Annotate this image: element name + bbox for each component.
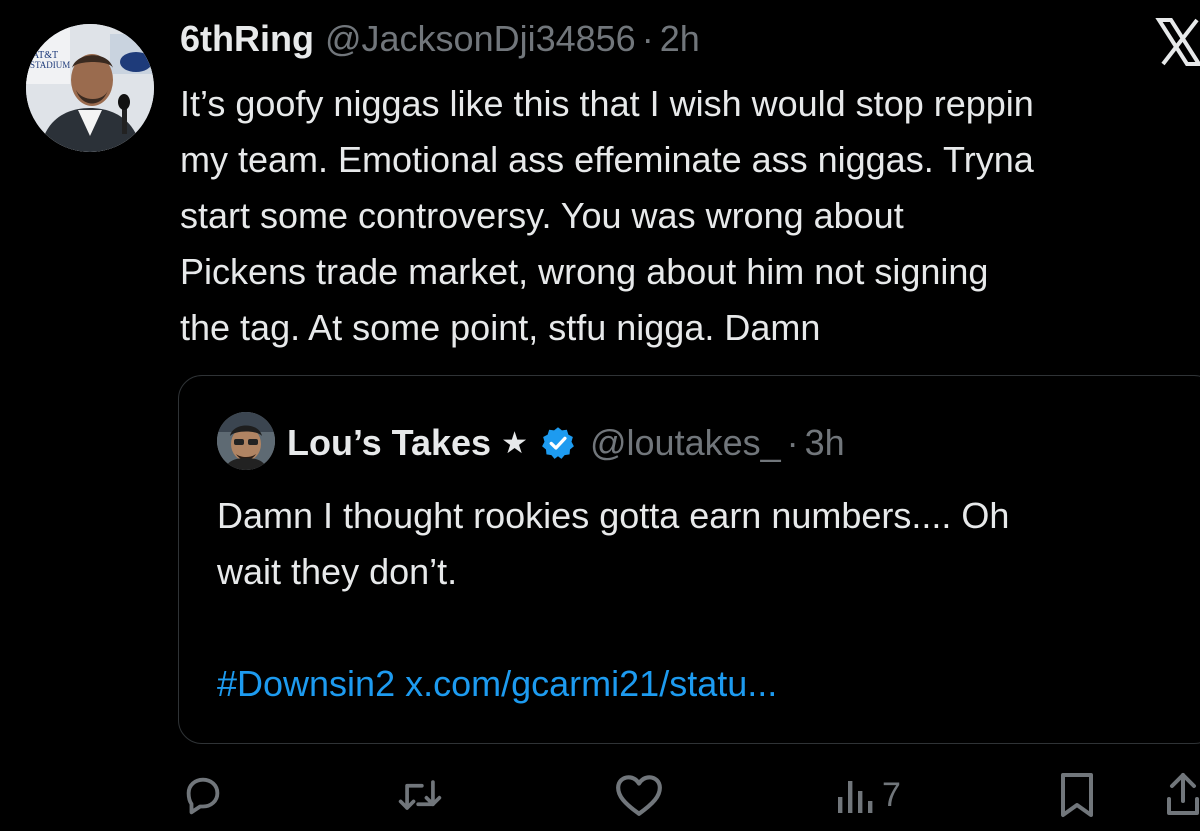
- url-link[interactable]: x.com/gcarmi21/statu...: [405, 663, 777, 704]
- quoted-author-display-name[interactable]: Lou’s Takes: [287, 422, 491, 464]
- separator-dot: ·: [786, 422, 799, 463]
- verified-badge-icon: [540, 425, 576, 461]
- tweet-timestamp[interactable]: 2h: [660, 18, 700, 60]
- quoted-tweet-text: Damn I thought rookies gotta earn number…: [217, 488, 1009, 600]
- share-button[interactable]: [1166, 760, 1200, 830]
- star-symbol: ★: [501, 426, 528, 460]
- tweet-header: 6thRing @JacksonDji34856 · 2h: [180, 18, 700, 68]
- like-button[interactable]: [614, 760, 664, 830]
- heart-icon: [614, 772, 664, 818]
- tweet-text-line: It’s goofy niggas like this that I wish …: [180, 83, 1034, 124]
- quoted-text-line: Damn I thought rookies gotta earn number…: [217, 495, 1010, 536]
- svg-text:STADIUM: STADIUM: [30, 60, 70, 70]
- views-count: 7: [882, 775, 901, 814]
- tweet-text: It’s goofy niggas like this that I wish …: [180, 76, 1200, 356]
- share-icon: [1166, 771, 1200, 819]
- tweet: AT&T STADIUM 6thRing @JacksonDji34856 · …: [0, 0, 1200, 831]
- quoted-tweet-timestamp[interactable]: 3h: [805, 422, 845, 464]
- quoted-tweet[interactable]: Lou’s Takes ★ @loutakes_ · 3h Damn I tho…: [178, 375, 1200, 744]
- quoted-author-handle[interactable]: @loutakes_: [590, 422, 781, 464]
- hashtag-link[interactable]: #Downsin2: [217, 663, 395, 704]
- tweet-text-line: start some controversy. You was wrong ab…: [180, 195, 904, 236]
- tweet-text-line: Pickens trade market, wrong about him no…: [180, 251, 989, 292]
- x-logo-icon: [1155, 14, 1200, 70]
- author-display-name[interactable]: 6thRing: [180, 18, 314, 60]
- reply-icon: [180, 772, 226, 818]
- views-icon: [834, 775, 874, 815]
- separator-dot: ·: [641, 18, 654, 59]
- bookmark-button[interactable]: [1056, 760, 1098, 830]
- tweet-text-line: my team. Emotional ass effeminate ass ni…: [180, 139, 1034, 180]
- retweet-icon: [396, 772, 444, 818]
- quoted-author-avatar[interactable]: [217, 412, 275, 470]
- retweet-button[interactable]: [396, 760, 444, 830]
- tweet-text-line: the tag. At some point, stfu nigga. Damn: [180, 307, 821, 348]
- views-button[interactable]: 7: [834, 760, 901, 830]
- quoted-text-line: wait they don’t.: [217, 551, 458, 592]
- bookmark-icon: [1056, 771, 1098, 819]
- author-avatar[interactable]: AT&T STADIUM: [26, 24, 154, 152]
- reply-button[interactable]: [180, 760, 226, 830]
- quoted-tweet-links: #Downsin2 x.com/gcarmi21/statu...: [217, 656, 777, 712]
- author-handle[interactable]: @JacksonDji34856: [325, 18, 636, 60]
- action-bar: 7: [0, 760, 1200, 830]
- quoted-tweet-header: Lou’s Takes ★ @loutakes_ · 3h: [287, 418, 845, 468]
